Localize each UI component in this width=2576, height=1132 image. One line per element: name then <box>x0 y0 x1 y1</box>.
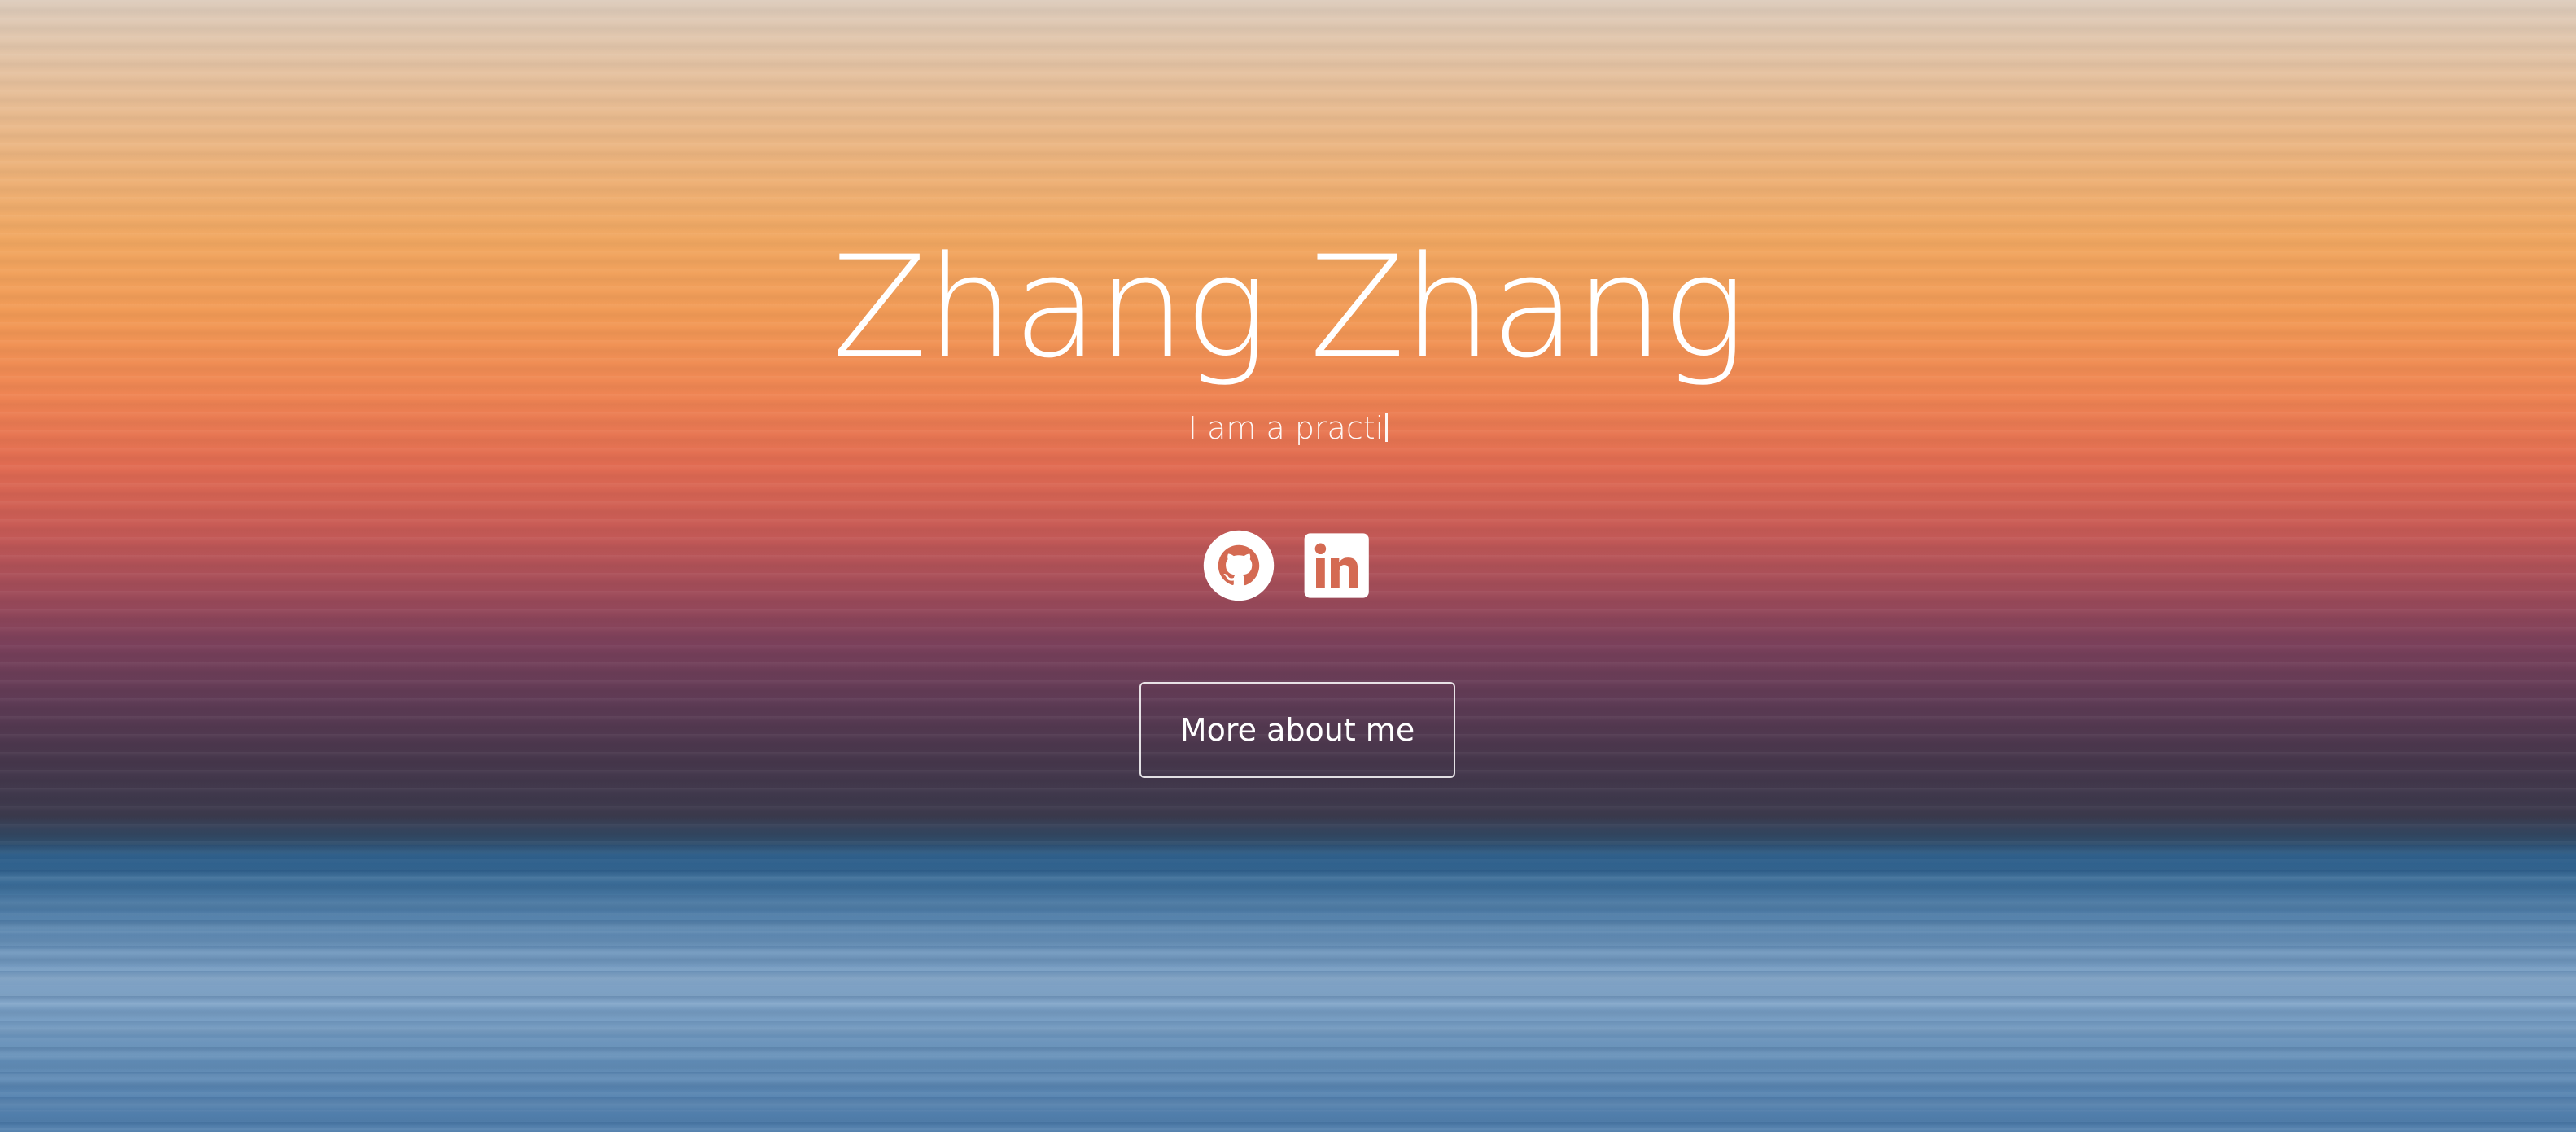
hero-tagline: I am a practi <box>1187 410 1384 446</box>
hero-content: Zhang Zhang I am a practi More about me <box>0 0 2576 1132</box>
more-about-me-button[interactable]: More about me <box>1139 682 1455 778</box>
hero-tagline-wrapper: I am a practi <box>0 407 2576 449</box>
github-link[interactable] <box>1202 529 1275 602</box>
typing-cursor <box>1385 413 1389 442</box>
linkedin-link[interactable] <box>1301 529 1375 602</box>
github-icon <box>1203 530 1274 601</box>
hero-name: Zhang Zhang <box>831 225 1747 389</box>
hero-section: Zhang Zhang I am a practi More about me <box>0 0 2576 1132</box>
linkedin-icon <box>1304 533 1369 598</box>
social-links <box>0 529 2576 602</box>
